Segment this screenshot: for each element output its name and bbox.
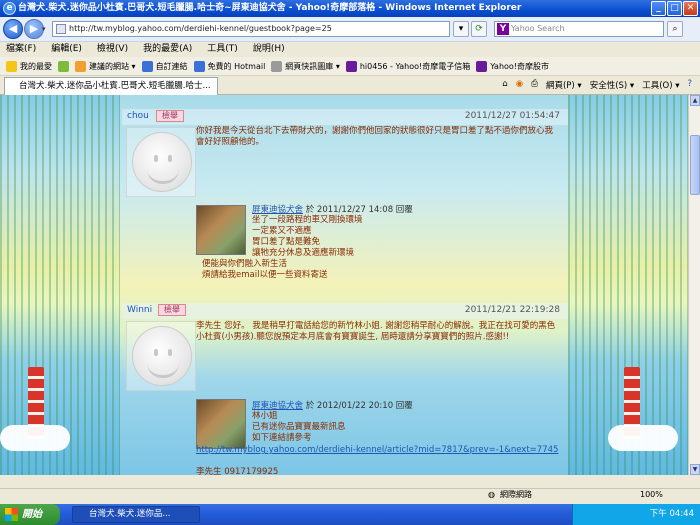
add-favorite-icon[interactable] — [58, 60, 69, 72]
start-button[interactable]: 開始 — [0, 504, 60, 525]
avatar — [132, 326, 192, 386]
print-icon[interactable]: ⎙ — [531, 79, 538, 91]
reply-signature: 李先生 0917179925 — [196, 467, 279, 475]
window-title: 台灣犬.柴犬.迷你品小杜賓.巴哥犬.短毛臘腸.哈士奇~屏東迪協犬舍 - Yaho… — [18, 3, 522, 13]
reply-header: 屏東迪協犬舍 於 2011/12/27 14:08 回覆 — [252, 203, 413, 215]
menu-edit[interactable]: 編輯(E) — [51, 42, 82, 57]
search-input[interactable]: Y Yahoo Search — [494, 21, 664, 37]
avatar — [132, 132, 192, 192]
entry-date: 2011/12/27 01:54:47 — [464, 111, 560, 121]
favorites-button[interactable]: 我的最愛 — [6, 60, 52, 72]
menu-file[interactable]: 檔案(F) — [6, 42, 36, 57]
reply-author-photo — [196, 399, 246, 449]
history-dropdown-icon[interactable]: ▾ — [42, 25, 46, 33]
tools-menu[interactable]: 工具(O) ▾ — [642, 79, 679, 91]
cloud-illustration — [608, 425, 678, 451]
refresh-button[interactable]: ⟳ — [471, 21, 487, 37]
reply-body-cont: 便能與你們融入新生活 煩請給我email以便一些資料寄送 — [202, 259, 328, 280]
windows-taskbar: 開始 台灣犬.柴犬.迷你品... 下午 04:44 — [0, 504, 700, 525]
scroll-thumb[interactable] — [690, 135, 700, 195]
right-background-decoration — [568, 95, 688, 475]
windows-logo-icon — [5, 508, 18, 521]
fav-hotmail[interactable]: 免費的 Hotmail — [193, 60, 265, 72]
scroll-up-button[interactable]: ▲ — [690, 95, 700, 106]
search-go-icon[interactable]: ⌕ — [667, 21, 683, 37]
ie-icon: e — [3, 2, 16, 15]
page-menu[interactable]: 網頁(P) ▾ — [546, 79, 582, 91]
reply-author-photo — [196, 205, 246, 255]
help-icon[interactable]: ? — [687, 79, 692, 91]
feeds-icon[interactable]: ◉ — [516, 79, 523, 91]
clock[interactable]: 下午 04:44 — [650, 509, 694, 519]
report-button[interactable]: 檢舉 — [158, 304, 186, 316]
reply-date: 於 2011/12/27 14:08 回覆 — [305, 205, 413, 215]
page-content: chou 檢舉 2011/12/27 01:54:47 你好我是今天從台北下去帶… — [0, 95, 688, 475]
reply-header: 屏東迪協犬舍 於 2012/01/22 20:10 回覆 — [252, 399, 413, 411]
fav-suggested-sites[interactable]: 建議的網站 ▾ — [75, 60, 136, 72]
tab-bar: 台灣犬.柴犬.迷你品小杜賓.巴哥犬.短毛臘腸.哈士... ⌂ ◉ ⎙ 網頁(P)… — [0, 76, 700, 95]
entry-header: chou 檢舉 2011/12/27 01:54:47 — [122, 109, 568, 125]
reply-body: 坐了一段路程的車又剛換環境 一定累又不適應 胃口差了點是難免 讓牠充分休息及適應… — [252, 215, 363, 258]
vertical-scrollbar[interactable]: ▲ ▼ — [688, 95, 700, 475]
fav-custom-links[interactable]: 自訂連結 — [141, 60, 188, 72]
entry-header: Winni 檢舉 2011/12/21 22:19:28 — [122, 303, 568, 319]
status-bar: ◍ 網際網路 100% — [0, 488, 700, 501]
taskbar-ie-window[interactable]: 台灣犬.柴犬.迷你品... — [72, 506, 200, 523]
entry-message: 你好我是今天從台北下去帶財犬的，謝謝你們他回家的狀態很好只是胃口差了點不過你們放… — [196, 126, 554, 147]
left-background-decoration — [0, 95, 120, 475]
menu-tools[interactable]: 工具(T) — [207, 42, 238, 57]
address-dropdown-button[interactable]: ▾ — [453, 21, 469, 37]
commenter-name[interactable]: Winni — [127, 305, 152, 315]
address-toolbar: ◀ ▶ ▾ http://tw.myblog.yahoo.com/derdieh… — [0, 17, 700, 42]
guestbook: chou 檢舉 2011/12/27 01:54:47 你好我是今天從台北下去帶… — [122, 95, 568, 475]
yahoo-search-icon: Y — [497, 23, 509, 35]
window-titlebar: e 台灣犬.柴犬.迷你品小杜賓.巴哥犬.短毛臘腸.哈士奇~屏東迪協犬舍 - Ya… — [0, 0, 700, 17]
reply-date: 於 2012/01/22 20:10 回覆 — [305, 401, 413, 411]
fav-webslice-gallery[interactable]: 網頁快訊圖庫 ▾ — [271, 60, 340, 72]
entry-date: 2011/12/21 22:19:28 — [464, 305, 560, 315]
home-icon[interactable]: ⌂ — [502, 79, 507, 91]
close-button[interactable]: ✕ — [683, 1, 698, 16]
zone-label: 網際網路 — [500, 490, 532, 499]
menu-favorites[interactable]: 我的最愛(A) — [143, 42, 192, 57]
system-tray: 下午 04:44 — [572, 504, 700, 525]
menu-help[interactable]: 說明(H) — [253, 42, 285, 57]
zoom-level[interactable]: 100% — [640, 489, 663, 501]
forward-button[interactable]: ▶ — [24, 19, 44, 39]
page-icon — [56, 24, 66, 34]
entry-message: 李先生 您好。 我是稍早打電話給您的新竹林小姐. 謝謝您稍早耐心的解說。我正在找… — [196, 321, 556, 342]
reply-body: 林小姐 已有迷你品寶寶最新訊息 如下連結請參考 — [252, 411, 346, 443]
address-input[interactable]: http://tw.myblog.yahoo.com/derdiehi-kenn… — [52, 21, 450, 37]
safety-menu[interactable]: 安全性(S) ▾ — [590, 79, 635, 91]
favorites-bar: 我的最愛 建議的網站 ▾ 自訂連結 免費的 Hotmail 網頁快訊圖庫 ▾ h… — [0, 57, 700, 76]
reply-author-link[interactable]: 屏東迪協犬舍 — [252, 401, 303, 411]
maximize-button[interactable]: □ — [667, 1, 682, 16]
fav-yahoo-stock[interactable]: Yahoo!奇摩股市 — [476, 60, 549, 72]
cloud-illustration — [0, 425, 70, 451]
globe-icon: ◍ — [488, 490, 495, 499]
menu-view[interactable]: 檢視(V) — [97, 42, 128, 57]
reply-author-link[interactable]: 屏東迪協犬舍 — [252, 205, 303, 215]
back-button[interactable]: ◀ — [3, 19, 23, 39]
report-button[interactable]: 檢舉 — [156, 110, 184, 122]
scroll-down-button[interactable]: ▼ — [690, 464, 700, 475]
tab-guestbook[interactable]: 台灣犬.柴犬.迷你品小杜賓.巴哥犬.短毛臘腸.哈士... — [4, 77, 218, 95]
reply-article-link[interactable]: http://tw.myblog.yahoo.com/derdiehi-kenn… — [196, 445, 560, 456]
fav-yahoo-mail[interactable]: hi0456 - Yahoo!奇摩電子信箱 — [345, 60, 470, 72]
minimize-button[interactable]: _ — [651, 1, 666, 16]
menu-bar: 檔案(F) 編輯(E) 檢視(V) 我的最愛(A) 工具(T) 說明(H) — [0, 42, 700, 57]
star-icon — [6, 60, 17, 72]
commenter-name[interactable]: chou — [127, 111, 149, 121]
